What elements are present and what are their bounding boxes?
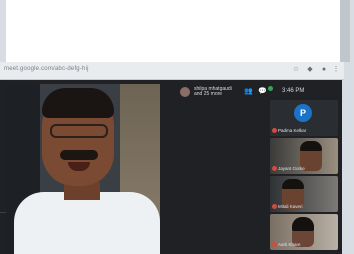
bookmark-icon[interactable]: ☆	[292, 66, 300, 74]
participant-tiles: P Padma Kelkar Jayant Gorke Mitali Kaver…	[270, 100, 340, 252]
participant-tile[interactable]: P Padma Kelkar	[270, 100, 338, 136]
participant-name: Padma Kelkar	[278, 128, 307, 133]
monitor-frame: meet.google.com/abc-defg-hij ☆ ◆ ● ⋮ shi…	[0, 0, 354, 254]
muted-mic-icon	[272, 242, 277, 247]
browser-address-bar[interactable]: meet.google.com/abc-defg-hij ☆ ◆ ● ⋮	[0, 62, 344, 80]
people-icon[interactable]: 👥	[244, 88, 253, 96]
muted-mic-icon	[272, 166, 277, 171]
participant-tile[interactable]: Jayant Gorke	[270, 138, 338, 174]
blank-white-area	[6, 0, 350, 62]
participant-name: Aarti Khare	[278, 242, 301, 247]
participant-avatar	[180, 87, 190, 97]
profile-icon[interactable]: ●	[320, 66, 328, 74]
muted-mic-icon	[272, 128, 277, 133]
participant-tile[interactable]: Mitali Kaveri	[270, 176, 338, 212]
edge-line	[0, 212, 6, 213]
participant-avatar-letter: P	[294, 104, 312, 122]
participant-count-badge	[268, 86, 273, 91]
meeting-top-bar: shilpa mhatgaudi and 25 more 👥 💬 3:46 PM	[174, 84, 338, 100]
participant-names: shilpa mhatgaudi and 25 more	[194, 87, 232, 97]
main-speaker-video[interactable]	[6, 84, 160, 254]
speaker-glasses	[50, 124, 108, 138]
right-shade	[340, 0, 350, 62]
chat-icon[interactable]: 💬	[258, 88, 267, 96]
meeting-time: 3:46 PM	[282, 88, 305, 94]
speaker-shirt	[14, 192, 160, 254]
muted-mic-icon	[272, 204, 277, 209]
participant-name: Jayant Gorke	[278, 166, 305, 171]
url-text[interactable]: meet.google.com/abc-defg-hij	[4, 66, 89, 72]
participant-name: Mitali Kaveri	[278, 204, 303, 209]
extension-icon[interactable]: ◆	[306, 66, 314, 74]
speaker-mustache	[60, 150, 98, 160]
participant-names-line2: and 25 more	[194, 91, 223, 97]
speaker-hair	[42, 88, 114, 118]
menu-icon[interactable]: ⋮	[332, 66, 340, 74]
participant-tile[interactable]: Aarti Khare	[270, 214, 338, 250]
